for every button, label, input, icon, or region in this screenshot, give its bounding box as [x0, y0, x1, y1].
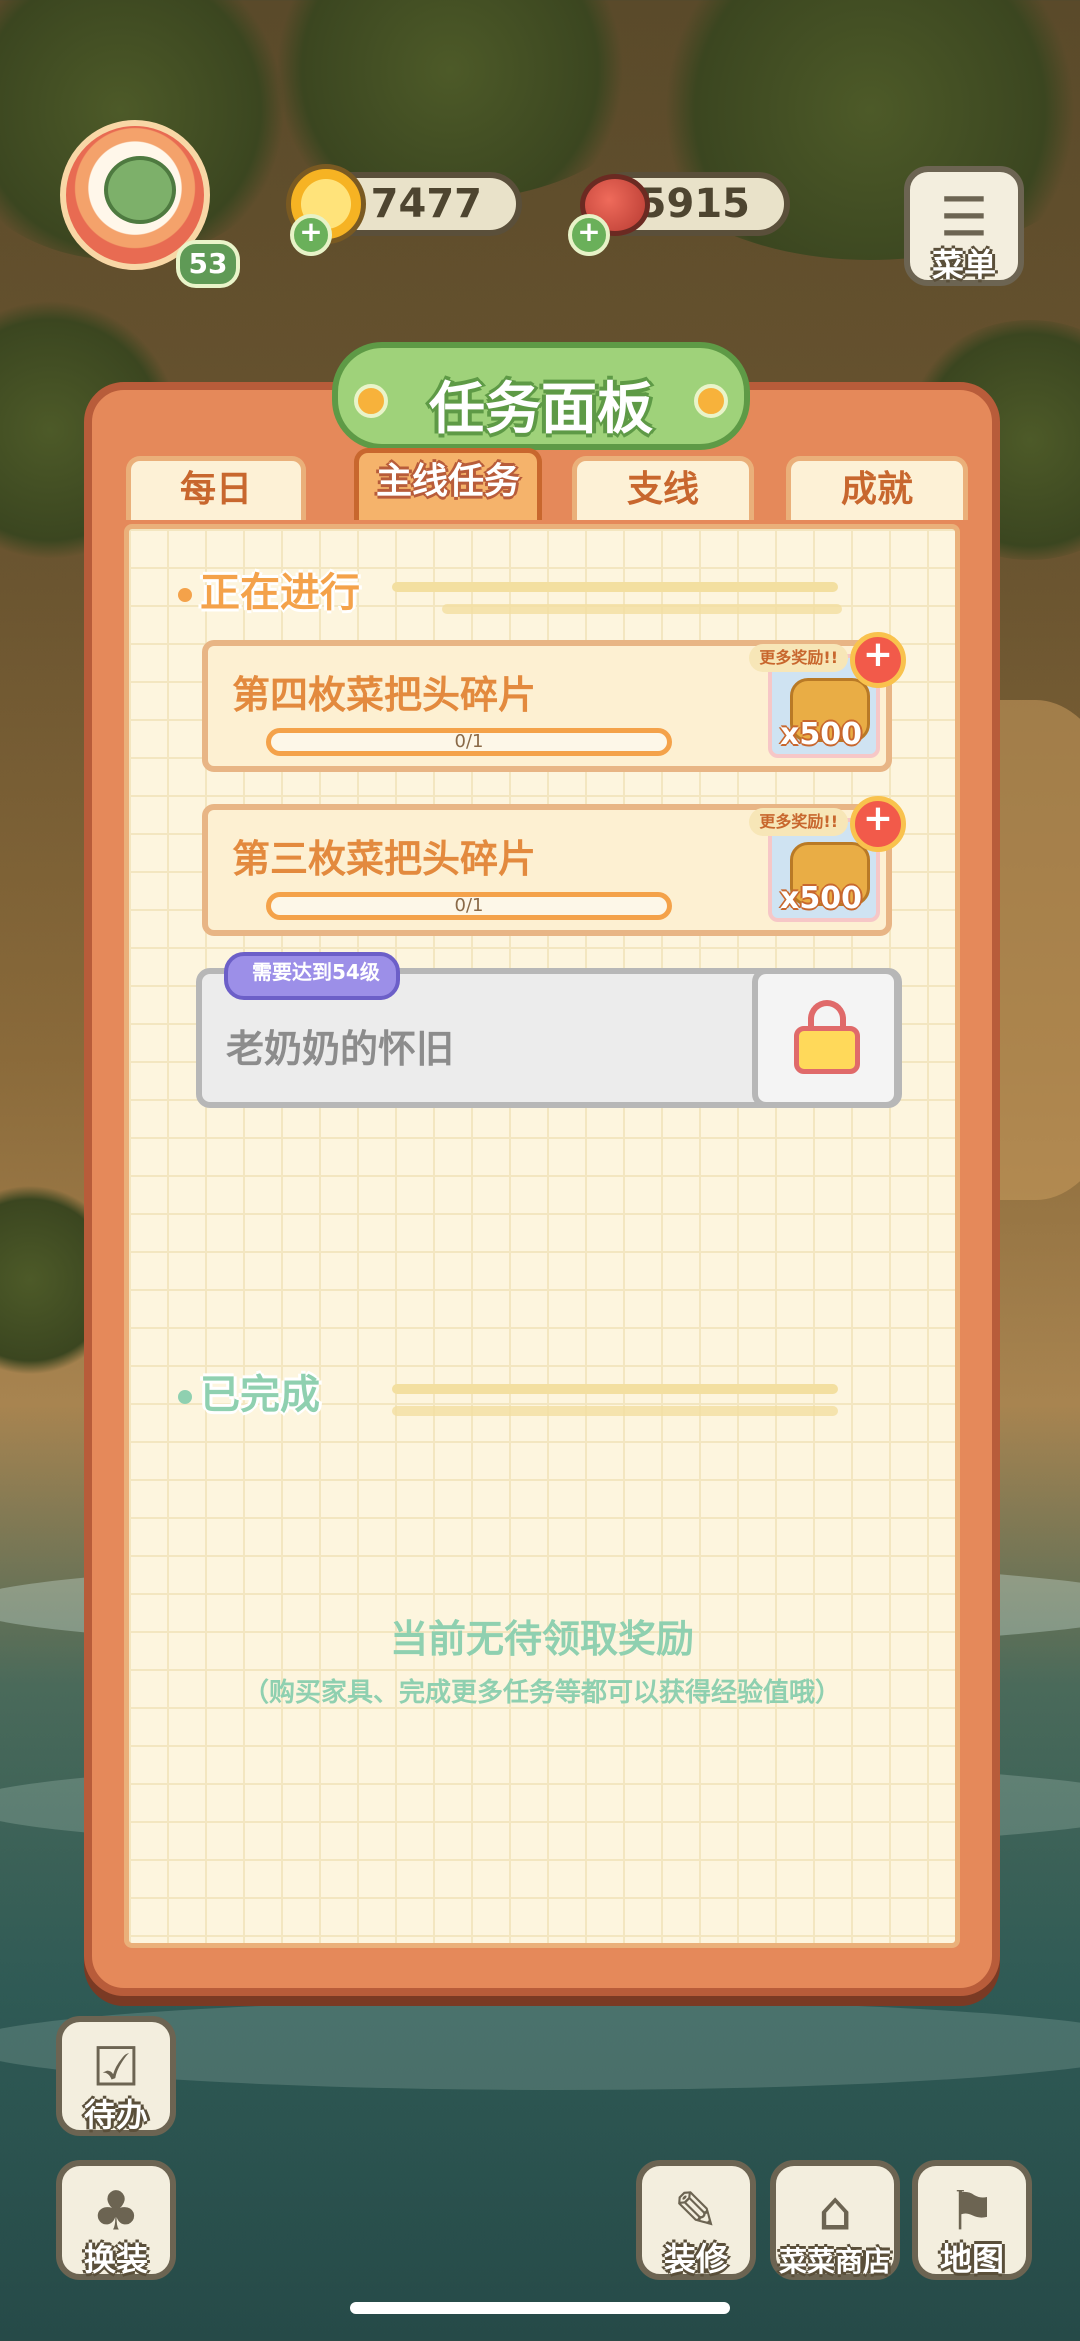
dress-up-button[interactable]: ♣ 换装	[56, 2160, 176, 2280]
more-rewards-button[interactable]: +	[850, 632, 906, 688]
task-card[interactable]: 第三枚菜把头碎片 0/1 x500 更多奖励!! +	[202, 796, 906, 936]
panel-title-banner: 任务面板	[332, 342, 750, 450]
menu-label: 菜单	[931, 246, 996, 284]
player-level-badge: 53	[176, 240, 240, 288]
in-progress-bullet	[178, 588, 192, 602]
locked-task-card[interactable]: 需要达到54级 老奶奶的怀旧	[196, 952, 902, 1108]
empty-rewards-hint: （购买家具、完成更多任务等都可以获得经验值哦）	[242, 1678, 841, 1708]
lock-box	[752, 968, 900, 1108]
panel-title: 任务面板	[429, 377, 653, 442]
tab-daily[interactable]: 每日	[126, 456, 306, 520]
completed-divider	[392, 1384, 838, 1394]
task-name: 第四枚菜把头碎片	[232, 673, 537, 717]
task-panel: 任务面板 每日 主线任务 支线 成就 正在进行 第四枚菜把头碎片 0/1 x50…	[84, 342, 1000, 1996]
empty-rewards-title: 当前无待领取奖励	[389, 1617, 694, 1661]
coin-count: 7477	[370, 181, 482, 227]
task-progress-bar: 0/1	[266, 728, 672, 756]
add-coins-button[interactable]: +	[290, 214, 332, 256]
more-rewards-button[interactable]: +	[850, 796, 906, 852]
home-indicator[interactable]	[350, 2302, 730, 2314]
decorate-button[interactable]: ✎ 装修	[636, 2160, 756, 2280]
add-veggies-button[interactable]: +	[568, 214, 610, 256]
more-rewards-label: 更多奖励!!	[749, 644, 848, 672]
completed-header: 已完成	[200, 1372, 320, 1418]
in-progress-header: 正在进行	[200, 570, 360, 616]
in-progress-divider	[392, 582, 838, 592]
decorate-label: 装修	[663, 2240, 728, 2278]
tab-achievements[interactable]: 成就	[786, 456, 968, 520]
more-rewards-label: 更多奖励!!	[749, 808, 848, 836]
task-card[interactable]: 第四枚菜把头碎片 0/1 x500 更多奖励!! +	[202, 632, 906, 772]
veggie-count: 5915	[638, 181, 750, 227]
reward-quantity: x500	[780, 717, 862, 752]
tab-side-quest[interactable]: 支线	[572, 456, 754, 520]
reward-quantity: x500	[780, 881, 862, 916]
task-name: 第三枚菜把头碎片	[232, 837, 537, 881]
task-progress-bar: 0/1	[266, 892, 672, 920]
shop-button[interactable]: ⌂ 菜菜商店	[770, 2160, 900, 2280]
tab-main-quest[interactable]: 主线任务	[354, 448, 542, 520]
todo-button[interactable]: ☑ 待办	[56, 2016, 176, 2136]
task-progress-text: 0/1	[454, 731, 484, 752]
locked-task-name: 老奶奶的怀旧	[226, 1027, 455, 1071]
shop-label: 菜菜商店	[778, 2245, 891, 2278]
map-label: 地图	[939, 2240, 1004, 2278]
menu-button[interactable]: ☰ 菜单	[904, 166, 1024, 286]
level-requirement-tag: 需要达到54级	[224, 952, 400, 1000]
map-button[interactable]: ⚑ 地图	[912, 2160, 1032, 2280]
task-progress-text: 0/1	[454, 895, 484, 916]
in-progress-divider-2	[442, 604, 842, 614]
shop-icon: ⌂	[817, 2179, 853, 2243]
lock-icon	[794, 1026, 860, 1074]
completed-divider-2	[392, 1406, 838, 1416]
completed-bullet	[178, 1390, 192, 1404]
avatar-face	[104, 156, 176, 224]
todo-label: 待办	[83, 2096, 148, 2134]
dress-up-label: 换装	[83, 2240, 148, 2278]
